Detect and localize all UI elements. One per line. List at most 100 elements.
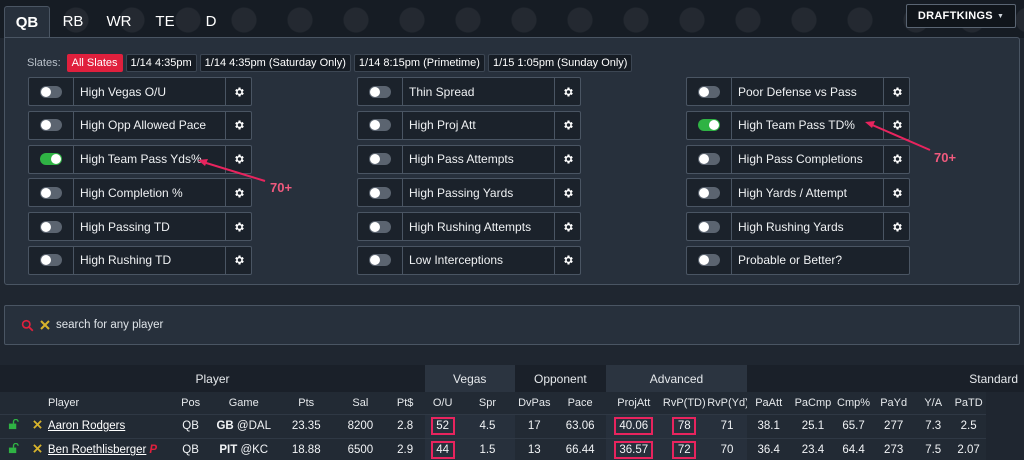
gear-icon[interactable] (555, 144, 581, 174)
gear-icon[interactable] (226, 178, 252, 208)
opponent: @DAL (236, 420, 271, 432)
gear-icon[interactable] (226, 110, 252, 140)
toggle-switch[interactable] (369, 254, 391, 267)
col-header-sal[interactable]: Sal (335, 392, 386, 414)
filter-column-2: Thin Spread High Proj Att High Pass Atte… (357, 77, 581, 280)
gear-icon[interactable] (555, 178, 581, 208)
patd-cell: 2.07 (950, 437, 987, 460)
tab-d[interactable]: D (188, 6, 234, 38)
exclude-icon[interactable] (27, 413, 48, 438)
gear-icon[interactable] (555, 245, 581, 275)
gear-icon[interactable] (555, 110, 581, 140)
col-header-paatt[interactable]: PaAtt (746, 392, 791, 414)
toggle-switch[interactable] (369, 153, 391, 166)
gear-icon[interactable] (884, 178, 910, 208)
col-header-projatt[interactable]: ProjAtt (606, 392, 662, 414)
toggle-switch[interactable] (40, 119, 62, 132)
col-header-payd[interactable]: PaYd (871, 392, 916, 414)
col-header-pts[interactable]: Pts (277, 392, 336, 414)
col-header-ou[interactable]: O/U (424, 392, 461, 414)
col-header-dvpas[interactable]: DvPas (514, 392, 555, 414)
filter-panel: Slates: All Slates 1/14 4:35pm 1/14 4:35… (4, 37, 1020, 285)
gear-icon[interactable] (226, 77, 252, 106)
filter-label: High Passing Yards (409, 185, 514, 200)
filter-label: High Yards / Attempt (738, 185, 847, 200)
spr-cell: 1.5 (460, 437, 515, 460)
player-name-cell[interactable]: Ben Roethlisberger P (47, 437, 171, 460)
slate-option[interactable]: 1/14 4:35pm (Saturday Only) (199, 54, 351, 72)
clear-icon[interactable] (40, 320, 50, 330)
site-select-dropdown[interactable]: DRAFTKINGS ▼ (906, 4, 1016, 28)
filter-thin-spread: Thin Spread (357, 77, 581, 106)
lock-icon[interactable] (0, 413, 28, 438)
toggle-switch[interactable] (698, 153, 720, 166)
exclude-icon[interactable] (27, 437, 48, 460)
col-header-cmp-pct[interactable]: Cmp% (835, 392, 872, 414)
player-name-cell[interactable]: Aaron Rodgers (47, 413, 171, 438)
gear-icon[interactable] (226, 144, 252, 174)
filter-high-pass-completions: High Pass Completions (686, 144, 910, 174)
tab-rb[interactable]: RB (50, 6, 96, 38)
gear-icon[interactable] (226, 245, 252, 275)
slates-bar: Slates: All Slates 1/14 4:35pm 1/14 4:35… (27, 54, 633, 72)
filter-label: High Rushing TD (80, 253, 172, 268)
toggle-switch[interactable] (369, 119, 391, 132)
slate-option[interactable]: 1/15 1:05pm (Sunday Only) (487, 54, 633, 72)
col-header-pt-dollar[interactable]: Pt$ (385, 392, 425, 414)
toggle-switch[interactable] (698, 186, 720, 199)
slate-option[interactable]: All Slates (66, 54, 123, 72)
patd-cell: 2.5 (950, 413, 987, 438)
ou-cell: 44 (424, 437, 461, 460)
gear-icon[interactable] (555, 77, 581, 106)
col-header-spr[interactable]: Spr (460, 392, 515, 414)
toggle-switch[interactable] (40, 186, 62, 199)
col-header-patd[interactable]: PaTD (950, 392, 987, 414)
gear-icon[interactable] (884, 77, 910, 106)
ou-cell: 52 (424, 413, 461, 438)
filter-high-passing-td: High Passing TD (28, 212, 252, 242)
gear-icon[interactable] (884, 144, 910, 174)
search-icon (21, 319, 34, 331)
filter-label: High Passing TD (80, 219, 170, 234)
toggle-switch[interactable] (698, 220, 720, 233)
player-name-link[interactable]: Ben Roethlisberger (48, 444, 146, 456)
gear-icon[interactable] (884, 212, 910, 242)
col-header-player[interactable]: Player (0, 392, 171, 414)
filter-high-passing-yards: High Passing Yards (357, 178, 581, 208)
toggle-switch[interactable] (698, 119, 720, 132)
gear-icon[interactable] (884, 110, 910, 140)
filter-label: Probable or Better? (738, 253, 843, 268)
toggle-switch[interactable] (40, 254, 62, 267)
toggle-switch[interactable] (369, 186, 391, 199)
toggle-switch[interactable] (40, 153, 62, 166)
gear-icon[interactable] (555, 212, 581, 242)
tab-qb[interactable]: QB (4, 6, 50, 38)
table-row: Aaron Rodgers QB GB @DAL 23.35 8200 2.8 … (0, 413, 1024, 438)
col-header-rvp-yd[interactable]: RvP(Yd) (707, 392, 747, 414)
search-input[interactable]: search for any player (56, 319, 163, 331)
col-header-pacmp[interactable]: PaCmp (790, 392, 836, 414)
tab-wr[interactable]: WR (96, 6, 142, 38)
col-header-game[interactable]: Game (210, 392, 278, 414)
toggle-switch[interactable] (40, 85, 62, 98)
toggle-switch[interactable] (40, 220, 62, 233)
lock-icon[interactable] (0, 437, 28, 460)
col-header-ya[interactable]: Y/A (915, 392, 951, 414)
slate-option[interactable]: 1/14 8:15pm (Primetime) (353, 54, 485, 72)
annotation-note: 70+ (270, 180, 293, 195)
gear-icon[interactable] (226, 212, 252, 242)
toggle-switch[interactable] (369, 85, 391, 98)
toggle-switch[interactable] (698, 254, 720, 267)
highlight-box: 52 (430, 417, 455, 435)
pts-cell: 23.35 (277, 413, 336, 438)
ptd-cell: 2.8 (385, 413, 425, 438)
tab-te[interactable]: TE (142, 6, 188, 38)
col-header-pos[interactable]: Pos (170, 392, 211, 414)
projatt-cell: 36.57 (606, 437, 662, 460)
slate-option[interactable]: 1/14 4:35pm (125, 54, 197, 72)
col-header-rvp-td[interactable]: RvP(TD) (661, 392, 708, 414)
toggle-switch[interactable] (369, 220, 391, 233)
player-name-link[interactable]: Aaron Rodgers (48, 420, 125, 432)
toggle-switch[interactable] (698, 85, 720, 98)
col-header-pace[interactable]: Pace (554, 392, 607, 414)
